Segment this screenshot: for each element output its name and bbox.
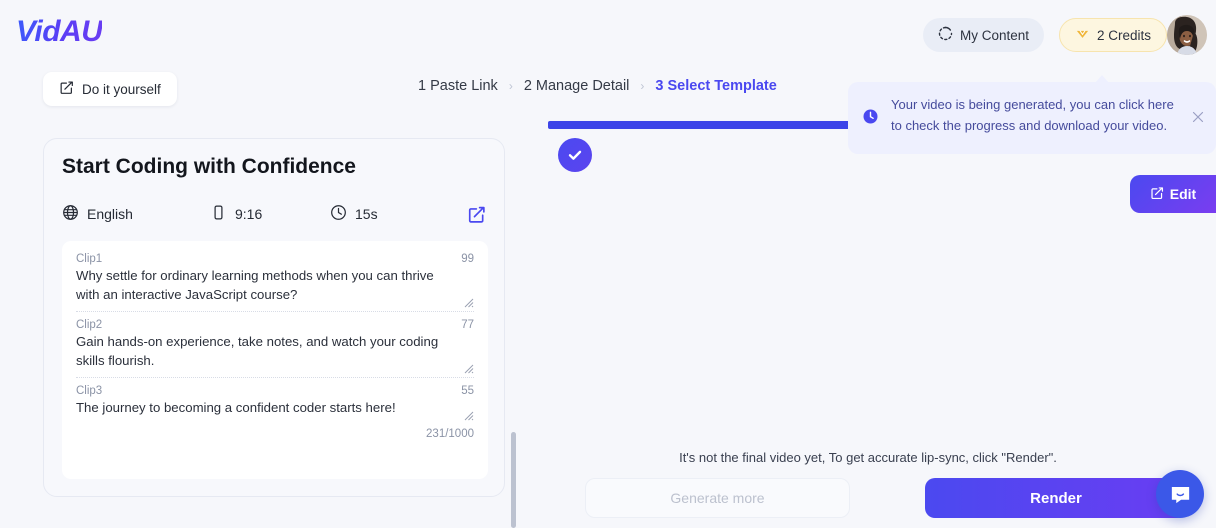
check-circle-icon[interactable]	[558, 138, 592, 172]
render-button[interactable]: Render	[925, 478, 1187, 518]
script-meta-row: English 9:16 15s	[62, 201, 486, 227]
script-panel: Start Coding with Confidence English 9:1…	[0, 118, 520, 528]
resize-handle-icon[interactable]	[464, 295, 474, 308]
left-panel-scrollbar[interactable]	[511, 432, 516, 528]
edit-script-icon[interactable]	[467, 205, 486, 224]
clip-text[interactable]: Gain hands-on experience, take notes, an…	[76, 332, 474, 370]
credits-button[interactable]: 2 Credits	[1058, 18, 1167, 52]
aspect-ratio-meta: 9:16	[210, 204, 330, 224]
chevron-right-icon: ›	[640, 79, 645, 93]
render-label: Render	[1030, 489, 1082, 507]
loading-spinner-icon	[938, 26, 953, 44]
diamond-icon	[1075, 26, 1090, 44]
edit-square-icon	[59, 80, 74, 98]
chat-bubble-icon[interactable]	[1156, 470, 1204, 518]
top-header: VidAU My Content 2 Credits	[0, 0, 1216, 62]
script-card: Start Coding with Confidence English 9:1…	[43, 138, 505, 497]
generation-tooltip[interactable]: Your video is being generated, you can c…	[848, 75, 1216, 154]
clip-char-count: 77	[461, 319, 474, 331]
clip-header: Clip2 77	[76, 319, 474, 331]
edit-template-label: Edit	[1169, 186, 1197, 202]
clip-header: Clip3 55	[76, 385, 474, 397]
clip-header: Clip1 99	[76, 253, 474, 265]
my-content-button[interactable]: My Content	[922, 18, 1044, 52]
clip-list[interactable]: Clip1 99 Why settle for ordinary learnin…	[62, 241, 488, 479]
duration-value: 15s	[355, 206, 378, 222]
chevron-right-icon: ›	[508, 79, 513, 93]
clock-icon	[862, 108, 879, 142]
breadcrumb-step-3[interactable]: 3 Select Template	[655, 78, 776, 94]
clip-item[interactable]: Clip2 77 Gain hands-on experience, take …	[76, 311, 474, 377]
edit-template-button[interactable]: Edit	[1130, 175, 1216, 213]
edit-square-icon	[1150, 186, 1164, 203]
lip-sync-note: It's not the final video yet, To get acc…	[679, 450, 1057, 465]
clip-text[interactable]: The journey to becoming a confident code…	[76, 398, 474, 417]
resize-handle-icon[interactable]	[464, 361, 474, 374]
action-row: Generate more Render	[585, 478, 1187, 518]
user-avatar[interactable]	[1167, 15, 1207, 55]
aspect-ratio-value: 9:16	[235, 206, 263, 222]
do-it-yourself-label: Do it yourself	[82, 81, 161, 97]
language-meta: English	[62, 204, 210, 224]
breadcrumb: 1 Paste Link › 2 Manage Detail › 3 Selec…	[418, 78, 777, 94]
breadcrumb-step-1[interactable]: 1 Paste Link	[418, 78, 498, 94]
tooltip-text: Your video is being generated, you can c…	[891, 97, 1174, 133]
clip-char-count: 55	[461, 385, 474, 397]
clip-label: Clip1	[76, 253, 103, 265]
do-it-yourself-button[interactable]: Do it yourself	[43, 72, 177, 106]
clip-text[interactable]: Why settle for ordinary learning methods…	[76, 266, 474, 304]
clip-label: Clip3	[76, 385, 103, 397]
globe-icon	[62, 204, 79, 224]
duration-meta: 15s	[330, 204, 378, 224]
breadcrumb-step-2[interactable]: 2 Manage Detail	[524, 78, 630, 94]
phone-portrait-icon	[210, 204, 227, 224]
close-icon[interactable]	[1191, 110, 1205, 124]
clip-item[interactable]: Clip3 55 The journey to becoming a confi…	[76, 377, 474, 440]
clock-icon	[330, 204, 347, 224]
app-root: VidAU My Content 2 Credits Do it yoursel…	[0, 0, 1216, 528]
credits-label: 2 Credits	[1096, 27, 1151, 43]
tooltip-arrow	[1095, 75, 1109, 83]
total-char-count: 231/1000	[426, 428, 474, 440]
clip-char-count: 99	[461, 253, 474, 265]
clip-label: Clip2	[76, 319, 103, 331]
generate-more-label: Generate more	[670, 490, 765, 506]
generate-more-button[interactable]: Generate more	[585, 478, 850, 518]
page-title: Start Coding with Confidence	[62, 155, 356, 178]
brand-logo[interactable]: VidAU	[16, 15, 103, 49]
resize-handle-icon[interactable]	[464, 408, 474, 421]
language-value: English	[87, 206, 133, 222]
my-content-label: My Content	[959, 27, 1029, 43]
preview-panel: Edit It's not the final video yet, To ge…	[520, 110, 1216, 528]
clip-item[interactable]: Clip1 99 Why settle for ordinary learnin…	[76, 253, 474, 311]
